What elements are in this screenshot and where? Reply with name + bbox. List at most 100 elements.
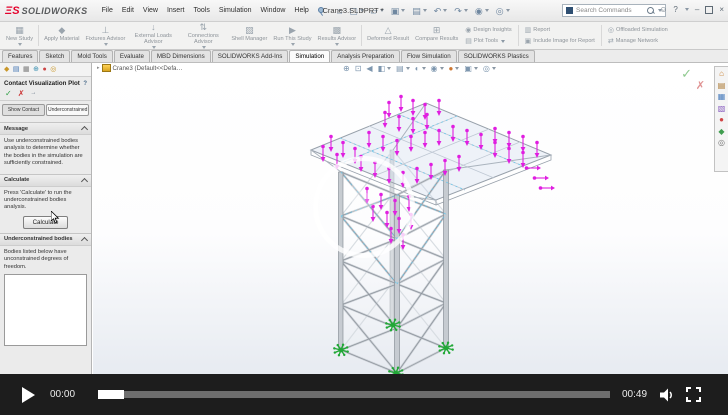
shell-manager-button[interactable]: ▧ Shell Manager <box>228 22 270 49</box>
menu-file[interactable]: File <box>102 7 113 14</box>
underconstrained-bodies-tab[interactable]: Underconstrained Bodies <box>46 104 89 116</box>
search-icon[interactable] <box>647 7 654 14</box>
menu-edit[interactable]: Edit <box>122 7 134 14</box>
solidworks-resources-icon[interactable]: ⌂ <box>719 69 724 78</box>
minimize-button[interactable]: – <box>695 5 699 14</box>
calculate-section-hint: Press 'Calculate' to run the underconstr… <box>0 187 91 214</box>
fullscreen-button[interactable] <box>686 387 701 402</box>
expand-arrow-icon[interactable]: ▸ <box>97 65 100 71</box>
pm-ok-button[interactable]: ✓ <box>5 89 12 98</box>
tab-features[interactable]: Features <box>2 50 38 62</box>
play-button-overlay[interactable] <box>313 156 415 258</box>
zoom-to-area-icon[interactable]: ⊡ <box>355 64 362 73</box>
calculate-section-header[interactable]: Calculate <box>0 174 91 187</box>
file-explorer-icon[interactable]: ▦ <box>718 92 726 101</box>
tab-evaluate[interactable]: Evaluate <box>114 50 150 62</box>
report-button[interactable]: ▥ Report <box>525 26 595 34</box>
calculate-button[interactable]: Calculate <box>23 216 69 229</box>
simulation-advisor-tab-icon[interactable]: ◎ <box>50 66 56 73</box>
manager-pane-tabs: ◆ ▤ ▦ ⊕ ● ◎ <box>0 63 91 77</box>
pm-help-icon[interactable]: ? <box>83 81 87 87</box>
view-settings-icon[interactable]: ◎ <box>483 64 496 73</box>
redo-icon[interactable]: ↷ <box>454 6 468 16</box>
save-icon[interactable]: ▣ <box>391 6 406 16</box>
message-section-body: Use underconstrained bodies analysis to … <box>0 135 91 170</box>
underconstrained-bodies-section-header[interactable]: Underconstrained bodies <box>0 233 91 246</box>
play-button[interactable] <box>22 387 35 403</box>
pm-cancel-button[interactable]: ✗ <box>18 89 25 98</box>
apply-material-button[interactable]: ◆ Apply Material <box>41 22 82 49</box>
tab-solidworks-plastics[interactable]: SOLIDWORKS Plastics <box>458 50 535 62</box>
manage-network-icon: ⇄ <box>608 37 614 45</box>
displaymanager-tab-icon[interactable]: ● <box>43 66 47 73</box>
section-view-icon[interactable]: ◧ <box>378 64 392 73</box>
display-style-icon[interactable]: ◐ <box>415 64 426 73</box>
report-group: ▥ Report ▣ Include Image for Report <box>521 22 599 49</box>
message-section-header[interactable]: Message <box>0 122 91 135</box>
restore-button[interactable] <box>705 6 713 14</box>
dimxpertmanager-tab-icon[interactable]: ⊕ <box>33 66 39 73</box>
propertymanager-tab-icon[interactable]: ▤ <box>13 66 20 73</box>
design-library-icon[interactable]: ▤ <box>718 81 726 90</box>
view-orientation-icon[interactable]: ▤ <box>396 64 410 73</box>
configurationmanager-tab-icon[interactable]: ▦ <box>23 66 30 73</box>
menu-insert[interactable]: Insert <box>167 7 185 14</box>
progress-bar[interactable] <box>98 391 610 398</box>
undo-icon[interactable]: ↶ <box>434 6 448 16</box>
user-login-icon[interactable]: ☺ <box>659 5 667 14</box>
menu-window[interactable]: Window <box>261 7 286 14</box>
featuremanager-tab-icon[interactable]: ◆ <box>4 66 9 73</box>
menu-view[interactable]: View <box>143 7 158 14</box>
external-loads-advisor-button[interactable]: ↓ External Loads Advisor <box>128 22 178 49</box>
custom-properties-icon[interactable]: ◆ <box>718 127 724 136</box>
manage-network-button[interactable]: ⇄ Manage Network <box>608 37 668 45</box>
tab-mold-tools[interactable]: Mold Tools <box>71 50 112 62</box>
plot-tools-button[interactable]: ▤ Plot Tools <box>465 37 511 45</box>
appearances-scenes-icon[interactable]: ● <box>719 115 724 124</box>
tab-solidworks-add-ins[interactable]: SOLIDWORKS Add-Ins <box>212 50 289 62</box>
offloaded-simulation-button[interactable]: ◎ Offloaded Simulation <box>608 26 668 34</box>
fixtures-advisor-button[interactable]: ⊥ Fixtures Advisor <box>83 22 129 49</box>
compare-results-button[interactable]: ⊞ Compare Results <box>412 22 461 49</box>
deformed-result-button[interactable]: △ Deformed Result <box>364 22 412 49</box>
rebuild-icon[interactable]: ◉ <box>475 6 489 16</box>
options-icon[interactable]: ◎ <box>496 6 510 16</box>
help-caret-icon[interactable] <box>685 8 689 11</box>
new-study-button[interactable]: ▦ New Study <box>3 22 36 49</box>
run-this-study-button[interactable]: ▶ Run This Study <box>270 22 314 49</box>
view-palette-icon[interactable]: ▧ <box>718 104 726 113</box>
underconstrained-bodies-hint: Bodies listed below have unconstrained d… <box>0 246 91 273</box>
apply-scene-icon[interactable]: ▣ <box>464 64 478 73</box>
design-insights-button[interactable]: ◉ Design Insights <box>465 26 511 34</box>
confirmation-ok-icon[interactable]: ✓ <box>681 66 692 82</box>
tab-sketch[interactable]: Sketch <box>39 50 70 62</box>
connections-advisor-button[interactable]: ⇅ Connections Advisor <box>178 22 228 49</box>
tab-flow-simulation[interactable]: Flow Simulation <box>401 50 457 62</box>
menu-simulation[interactable]: Simulation <box>219 7 252 14</box>
tab-analysis-preparation[interactable]: Analysis Preparation <box>331 50 400 62</box>
menu-tools[interactable]: Tools <box>193 7 209 14</box>
feature-tree-root[interactable]: ▸ Crane3 (Default<<Defa… <box>97 64 183 72</box>
volume-icon[interactable] <box>659 388 676 402</box>
forum-icon[interactable]: ◎ <box>718 138 725 147</box>
plot-tools-group: ◉ Design Insights ▤ Plot Tools <box>461 22 515 49</box>
confirmation-cancel-icon[interactable]: ✗ <box>696 79 705 92</box>
pm-detach-icon[interactable]: → <box>30 89 36 98</box>
hide-show-items-icon[interactable]: ◉ <box>431 64 444 73</box>
zoom-to-fit-icon[interactable]: ⊕ <box>343 64 350 73</box>
menu-help[interactable]: Help <box>294 7 308 14</box>
results-advisor-button[interactable]: ▩ Results Advisor <box>315 22 360 49</box>
previous-view-icon[interactable]: ◀ <box>366 64 372 73</box>
tab-simulation[interactable]: Simulation <box>289 50 330 62</box>
show-contact-tab[interactable]: Show Contact <box>2 104 45 116</box>
new-study-icon: ▦ <box>15 26 24 35</box>
search-commands-box[interactable]: Search Commands <box>562 4 666 17</box>
include-image-for-report-button[interactable]: ▣ Include Image for Report <box>525 37 595 45</box>
help-icon[interactable]: ? <box>673 5 677 14</box>
edit-appearance-icon[interactable]: ● <box>449 64 460 73</box>
tab-mbd-dimensions[interactable]: MBD Dimensions <box>151 50 211 62</box>
close-button[interactable]: × <box>719 5 724 14</box>
pm-mode-tabs: Show Contact Underconstrained Bodies <box>0 101 91 118</box>
underconstrained-bodies-listbox[interactable] <box>4 274 87 346</box>
print-icon[interactable]: ▤ <box>412 6 427 16</box>
